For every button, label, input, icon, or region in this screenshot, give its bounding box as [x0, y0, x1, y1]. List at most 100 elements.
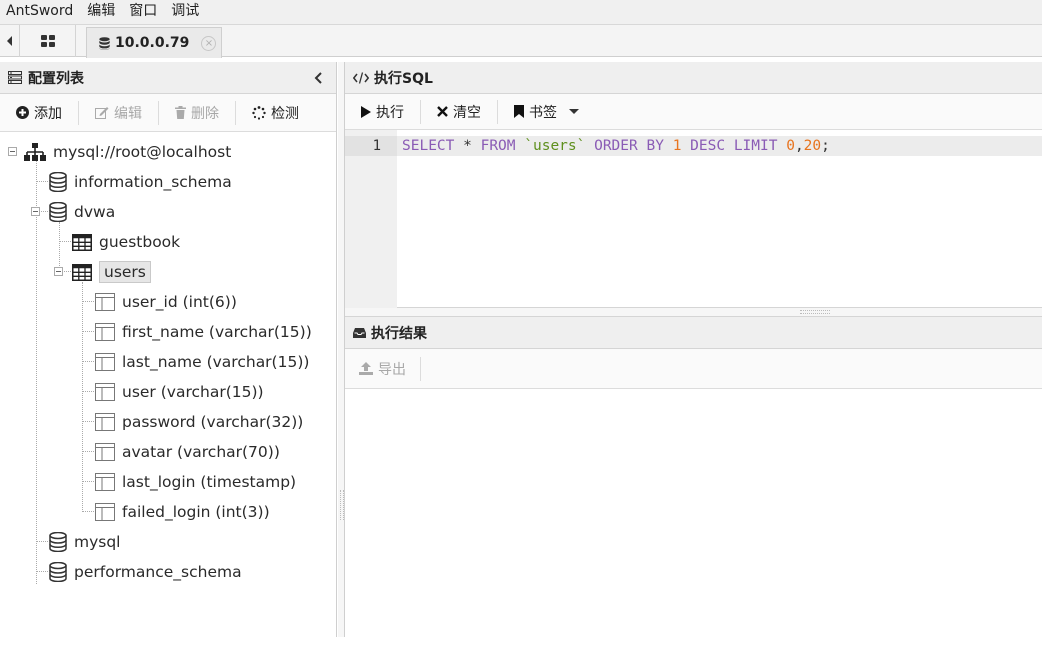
spinner-icon	[252, 105, 266, 120]
database-icon	[49, 532, 67, 552]
edit-button[interactable]: 编辑	[79, 94, 158, 132]
tree-node-column[interactable]: last_login (timestamp)	[95, 469, 296, 495]
tree-node-column[interactable]: avatar (varchar(70))	[95, 439, 280, 465]
tree-node-label: failed_login (int(3))	[122, 503, 270, 521]
bookmarks-label: 书签	[529, 104, 557, 121]
sql-keyword: FROM	[480, 138, 516, 154]
export-button[interactable]: 导出	[345, 350, 420, 388]
tree-node-column[interactable]: password (varchar(32))	[95, 409, 303, 435]
caret-left-icon	[6, 36, 12, 46]
database-icon	[99, 36, 110, 50]
tree-node-connection[interactable]: mysql://root@localhost	[24, 139, 231, 165]
results-panel: 执行结果 导出	[345, 316, 1042, 669]
tree-node-column[interactable]: failed_login (int(3))	[95, 499, 270, 525]
detect-button-label: 检测	[271, 105, 299, 122]
tree-node-column[interactable]: user (varchar(15))	[95, 379, 264, 405]
table-icon	[72, 233, 92, 251]
tree-node-label: mysql://root@localhost	[53, 143, 232, 161]
sql-token: *	[463, 138, 472, 154]
upload-icon	[359, 362, 373, 375]
sql-keyword: ORDER	[594, 138, 638, 154]
sql-keyword: BY	[646, 138, 664, 154]
tree-node-label: dvwa	[74, 203, 116, 221]
editor-gutter	[345, 130, 397, 308]
collapse-toggle-root[interactable]	[8, 147, 17, 156]
editor-resize-handle[interactable]	[345, 308, 1042, 316]
tab-close-icon[interactable]: ×	[201, 35, 217, 51]
menu-item-debug[interactable]: 调试	[164, 0, 206, 24]
edit-icon	[95, 106, 109, 119]
delete-button[interactable]: 删除	[159, 94, 235, 132]
sitemap-icon	[24, 143, 46, 161]
tree-node-table[interactable]: users	[72, 259, 151, 285]
tree-node-label: first_name (varchar(15))	[122, 323, 312, 341]
menu-item-window[interactable]: 窗口	[122, 0, 164, 24]
line-number: 1	[345, 136, 397, 156]
tab-home[interactable]	[20, 25, 76, 57]
results-grid	[345, 389, 1042, 669]
tree-node-database[interactable]: information_schema	[49, 169, 232, 195]
grid-icon	[40, 35, 55, 47]
add-button-label: 添加	[34, 105, 62, 122]
config-list-panel: 配置列表 添加 编辑 删除 检测 mysql://root@localhost …	[0, 62, 337, 637]
database-icon	[49, 562, 67, 582]
tree-node-table[interactable]: guestbook	[72, 229, 180, 255]
menu-item-antsword[interactable]: AntSword	[0, 0, 80, 24]
delete-button-label: 删除	[191, 105, 219, 122]
config-list-title: 配置列表	[28, 70, 84, 87]
clear-button[interactable]: 清空	[421, 94, 497, 130]
tree-node-column[interactable]: first_name (varchar(15))	[95, 319, 312, 345]
config-list-header: 配置列表	[0, 62, 336, 94]
tree-node-column[interactable]: last_name (varchar(15))	[95, 349, 309, 375]
tree-node-database[interactable]: dvwa	[49, 199, 115, 225]
config-toolbar: 添加 编辑 删除 检测	[0, 94, 336, 132]
column-icon	[95, 383, 115, 401]
column-icon	[95, 413, 115, 431]
collapse-toggle-users[interactable]	[54, 267, 63, 276]
tree-node-database[interactable]: performance_schema	[49, 559, 242, 585]
execute-button[interactable]: 执行	[345, 94, 420, 130]
tree-node-database[interactable]: mysql	[49, 529, 121, 555]
tree-node-label: performance_schema	[74, 563, 242, 581]
sql-code-line[interactable]: SELECT * FROM `users` ORDER BY 1 DESC LI…	[402, 136, 830, 156]
results-title: 执行结果	[371, 325, 427, 342]
sql-header: 执行SQL	[345, 62, 1042, 94]
menu-item-edit[interactable]: 编辑	[80, 0, 122, 24]
collapse-panel-icon[interactable]	[312, 70, 326, 86]
tree-node-label: user (varchar(15))	[122, 383, 264, 401]
database-tree: mysql://root@localhost information_schem…	[0, 132, 336, 632]
sql-keyword: SELECT	[402, 138, 455, 154]
server-list-icon	[8, 71, 22, 84]
tree-node-label: last_login (timestamp)	[122, 473, 297, 491]
edit-button-label: 编辑	[114, 105, 142, 122]
add-button[interactable]: 添加	[0, 94, 78, 132]
tab-label: 10.0.0.79	[115, 35, 190, 51]
sql-editor[interactable]: 1 SELECT * FROM `users` ORDER BY 1 DESC …	[345, 130, 1042, 308]
code-icon	[353, 71, 369, 84]
collapse-toggle-dvwa[interactable]	[31, 207, 40, 216]
bookmark-icon	[514, 105, 524, 118]
detect-button[interactable]: 检测	[236, 94, 315, 132]
table-icon	[72, 263, 92, 281]
menu-bar: AntSword 编辑 窗口 调试	[0, 0, 1042, 24]
tab-database-manager[interactable]: 10.0.0.79 ×	[86, 27, 222, 58]
results-toolbar: 导出	[345, 349, 1042, 389]
close-icon	[437, 106, 448, 117]
bookmarks-dropdown[interactable]: 书签	[498, 94, 595, 130]
tree-node-label-selected: users	[99, 261, 151, 283]
column-icon	[95, 473, 115, 491]
sql-keyword: DESC	[690, 138, 726, 154]
tab-scroll-left-button[interactable]	[0, 25, 20, 57]
plus-circle-icon	[16, 106, 29, 119]
tree-node-label: information_schema	[74, 173, 232, 191]
tree-node-column[interactable]: user_id (int(6))	[95, 289, 237, 315]
sql-toolbar: 执行 清空 书签	[345, 94, 1042, 130]
tree-node-label: avatar (varchar(70))	[122, 443, 280, 461]
tab-bar: 10.0.0.79 ×	[0, 24, 1042, 58]
toolbar-divider	[420, 356, 421, 381]
